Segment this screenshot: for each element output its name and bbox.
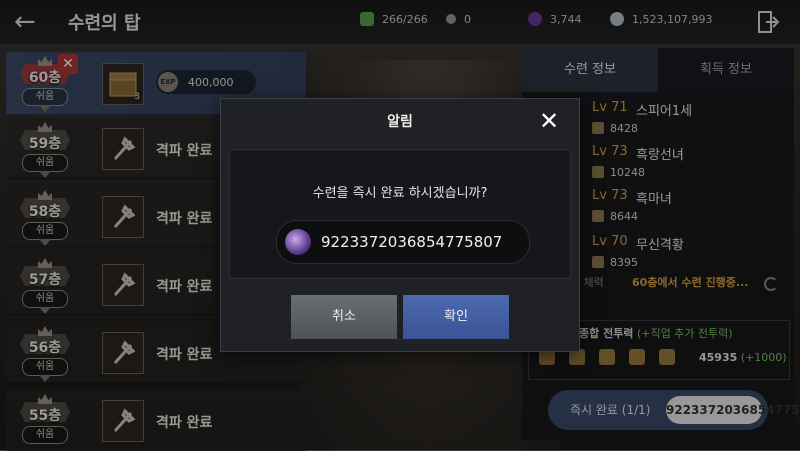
close-icon[interactable]: ✕ [537, 109, 561, 133]
alert-dialog: 알림 ✕ 수련을 즉시 완료 하시겠습니까? 92233720368547758… [220, 98, 580, 352]
dialog-title: 알림 [387, 114, 413, 130]
dialog-body: 수련을 즉시 완료 하시겠습니까? 9223372036854775807 [229, 149, 571, 279]
dialog-message: 수련을 즉시 완료 하시겠습니까? [312, 186, 488, 201]
cancel-button[interactable]: 취소 [291, 295, 397, 339]
confirm-button[interactable]: 확인 [403, 295, 509, 339]
cost-value: 9223372036854775807 [321, 233, 503, 251]
dark-gem-icon [285, 229, 311, 255]
cost-display: 9223372036854775807 [276, 220, 530, 264]
